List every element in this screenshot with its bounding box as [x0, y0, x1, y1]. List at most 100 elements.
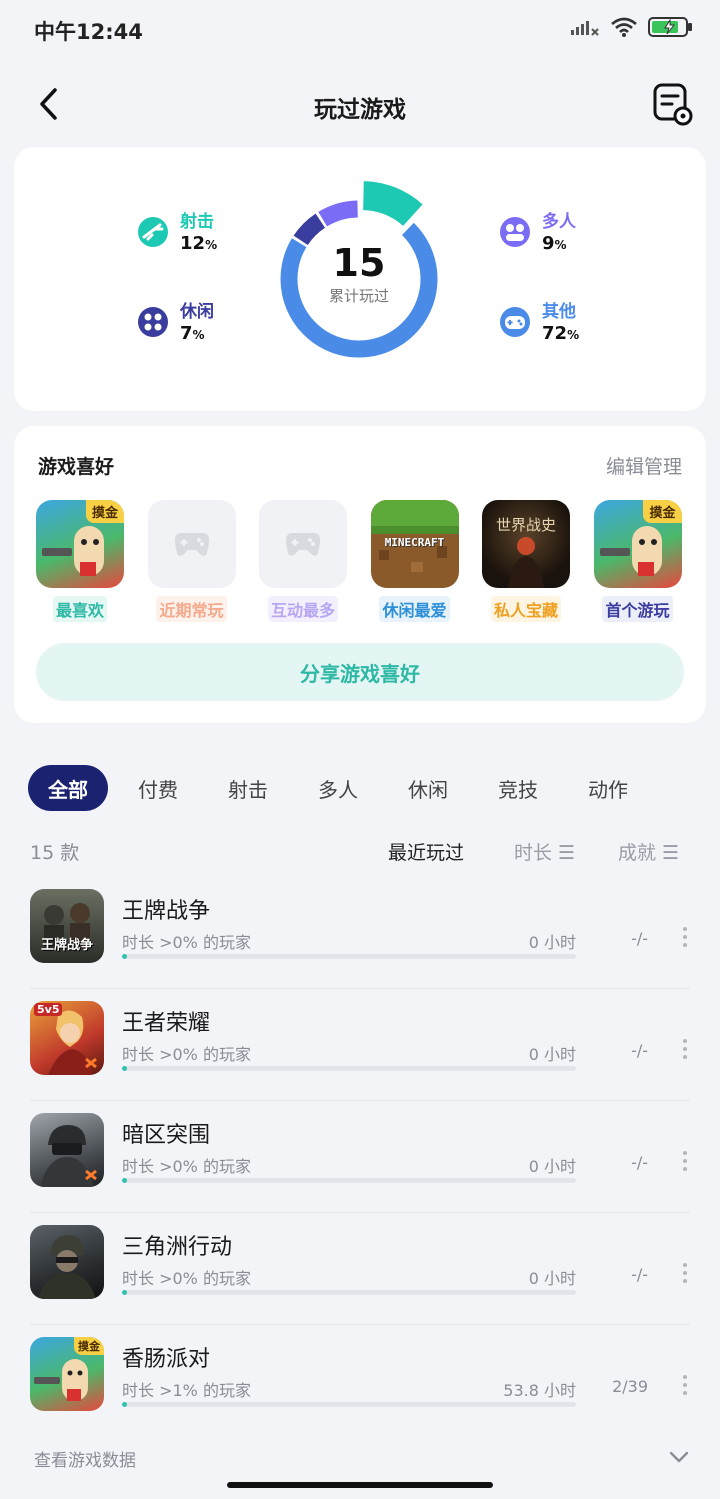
tab-action[interactable]: 动作	[568, 765, 648, 811]
game-thumbnail: 摸金	[593, 500, 682, 588]
preference-treasure[interactable]: 世界战史 私人宝藏	[482, 500, 570, 622]
game-hours: 0 小时	[528, 1045, 576, 1064]
game-icon: 5v5	[30, 1001, 104, 1075]
game-playtime-rank: 时长 >0% 的玩家	[122, 1045, 251, 1064]
donut-slice-rifle	[362, 181, 423, 227]
donut-slice-people	[318, 200, 359, 227]
stat-casual: 休闲 7%	[136, 301, 214, 346]
badge: 摸金	[85, 500, 124, 523]
game-hours: 0 小时	[528, 1157, 576, 1176]
game-icon: 摸金	[30, 1337, 104, 1411]
category-tabs: 全部 付费 射击 多人 休闲 竞技 动作	[28, 765, 658, 811]
game-row[interactable]: 5v5 王者荣耀 时长 >0% 的玩家 0 小时 -/-	[30, 989, 690, 1101]
game-row[interactable]: 王牌战争 王牌战争 时长 >0% 的玩家 0 小时 -/-	[30, 877, 690, 989]
view-game-data-link[interactable]: 查看游戏数据	[34, 1446, 136, 1471]
game-name: 王者荣耀	[122, 1011, 211, 1036]
chevron-down-icon[interactable]	[668, 1446, 690, 1468]
more-options-icon[interactable]	[680, 1149, 690, 1173]
more-options-icon[interactable]	[680, 925, 690, 949]
play-stats-card: 射击 12% 休闲 7% 多人 9% 其他 72% 15 累计玩过	[14, 147, 706, 411]
game-playtime-rank: 时长 >1% 的玩家	[122, 1381, 251, 1400]
stat-name: 休闲	[180, 302, 214, 322]
playtime-progress-bar	[122, 1178, 576, 1183]
stat-percent: 9%	[542, 233, 567, 254]
game-icon	[30, 1225, 104, 1299]
home-indicator	[227, 1482, 493, 1488]
preference-interactive[interactable]: 互动最多	[259, 500, 347, 622]
tab-shooting[interactable]: 射击	[208, 765, 288, 811]
tab-paid[interactable]: 付费	[118, 765, 198, 811]
game-playtime-rank: 时长 >0% 的玩家	[122, 1269, 251, 1288]
preferences-title: 游戏喜好	[38, 456, 115, 478]
more-options-icon[interactable]	[680, 1373, 690, 1397]
page-title: 玩过游戏	[314, 97, 406, 123]
preference-favorite[interactable]: 摸金 最喜欢	[36, 500, 124, 622]
nav-bar: 玩过游戏	[0, 72, 720, 136]
share-preferences-button[interactable]: 分享游戏喜好	[36, 643, 684, 701]
list-settings-button[interactable]	[652, 82, 694, 126]
sort-time-button[interactable]: 时长 ☰	[514, 838, 575, 865]
preference-label: 近期常玩	[156, 596, 227, 622]
more-options-icon[interactable]	[680, 1037, 690, 1061]
tab-multiplayer[interactable]: 多人	[298, 765, 378, 811]
game-hours: 0 小时	[528, 1269, 576, 1288]
thumbnail-text: MINECRAFT	[384, 536, 445, 549]
icon-text: 王牌战争	[40, 938, 93, 953]
game-thumbnail: 世界战史	[482, 500, 570, 588]
preference-recent[interactable]: 近期常玩	[147, 500, 236, 622]
edit-manage-link[interactable]: 编辑管理	[606, 452, 682, 479]
empty-thumbnail	[259, 500, 347, 588]
gamepad-placeholder-icon	[174, 533, 209, 556]
more-options-icon[interactable]	[680, 1261, 690, 1285]
game-achievements: 2/39	[612, 1377, 648, 1396]
preference-items: 摸金 最喜欢 近期常玩 互动最多 MINECRAFT 休闲最爱 世界战史 私人宝…	[36, 500, 682, 622]
total-played-label: 累计玩过	[328, 287, 389, 305]
stat-name: 其他	[542, 302, 576, 322]
tab-all[interactable]: 全部	[28, 765, 108, 811]
stat-name: 射击	[180, 212, 214, 232]
game-name: 暗区突围	[122, 1123, 211, 1148]
badge: 摸金	[643, 500, 682, 523]
game-row[interactable]: 三角洲行动 时长 >0% 的玩家 0 小时 -/-	[30, 1213, 690, 1325]
wifi-icon	[611, 17, 637, 37]
gamepad-icon	[500, 307, 530, 337]
preference-label: 首个游玩	[602, 596, 673, 622]
game-thumbnail: MINECRAFT	[370, 500, 459, 588]
badge: 摸金	[74, 1337, 104, 1355]
tab-casual[interactable]: 休闲	[388, 765, 468, 811]
preference-label: 互动最多	[267, 596, 338, 622]
game-name: 香肠派对	[122, 1347, 211, 1372]
status-icons	[570, 16, 694, 38]
total-played-count: 15	[332, 241, 386, 285]
people-icon	[500, 217, 530, 247]
gamepad-placeholder-icon	[285, 533, 321, 556]
game-icon	[30, 1113, 104, 1187]
tab-competitive[interactable]: 竞技	[478, 765, 558, 811]
playtime-progress-bar	[122, 1402, 576, 1407]
preference-first[interactable]: 摸金 首个游玩	[593, 500, 682, 622]
list-settings-icon	[653, 83, 693, 126]
sort-recent-button[interactable]: 最近玩过	[388, 838, 464, 865]
game-row[interactable]: 摸金 香肠派对 时长 >1% 的玩家 53.8 小时 2/39	[30, 1325, 690, 1437]
game-achievements: -/-	[631, 1041, 648, 1060]
game-playtime-rank: 时长 >0% 的玩家	[122, 1157, 251, 1176]
helmet-soldier-icon	[40, 1125, 97, 1187]
status-time: 中午12:44	[34, 20, 143, 44]
game-row[interactable]: 暗区突围 时长 >0% 的玩家 0 小时 -/-	[30, 1101, 690, 1213]
game-count: 15 款	[30, 842, 80, 864]
game-preferences-card: 游戏喜好 编辑管理 摸金 最喜欢 近期常玩 互动最多 MINECRAFT 休闲最…	[14, 426, 706, 723]
game-icon: 王牌战争	[30, 889, 104, 963]
icon-text: 5v5	[34, 1003, 63, 1016]
sort-achievement-button[interactable]: 成就 ☰	[618, 838, 679, 865]
stat-percent: 7%	[180, 323, 205, 344]
game-name: 三角洲行动	[122, 1235, 233, 1260]
preference-casual[interactable]: MINECRAFT 休闲最爱	[370, 500, 459, 622]
stat-name: 多人	[542, 212, 576, 232]
game-playtime-rank: 时长 >0% 的玩家	[122, 933, 251, 952]
preference-label: 休闲最爱	[379, 596, 450, 622]
donut-slice-ball	[293, 213, 326, 246]
preference-label: 私人宝藏	[490, 596, 561, 622]
game-achievements: -/-	[631, 929, 648, 948]
empty-thumbnail	[147, 500, 236, 588]
game-thumbnail: 摸金	[36, 500, 124, 588]
